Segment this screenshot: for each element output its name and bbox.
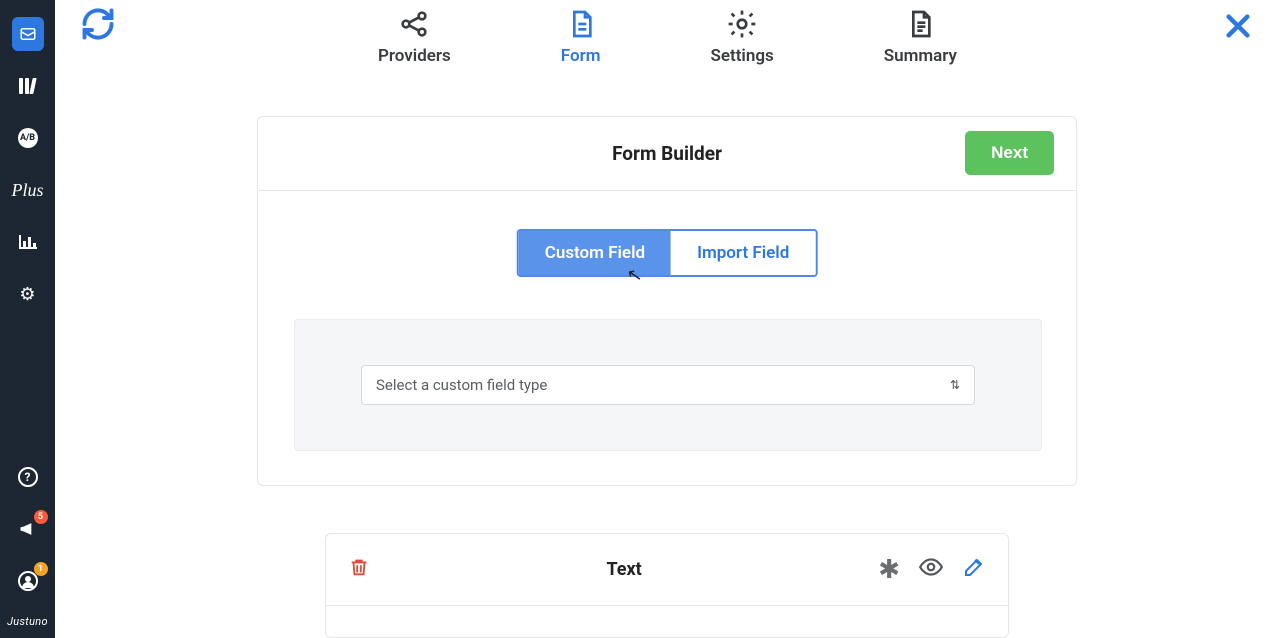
visibility-toggle[interactable] <box>918 554 944 586</box>
sidebar-item-library[interactable] <box>12 69 44 103</box>
tab-summary-label: Summary <box>884 46 957 66</box>
sidebar-item-ab-test[interactable]: A/B <box>12 121 44 155</box>
form-builder-card: Form Builder Next Custom Field Import Fi… <box>257 116 1077 486</box>
plus-icon: Plus <box>12 180 44 201</box>
sidebar-item-account[interactable]: 1 <box>12 564 44 598</box>
gear-icon <box>726 8 758 40</box>
select-placeholder: Select a custom field type <box>376 376 547 394</box>
tab-providers-label: Providers <box>378 46 451 66</box>
sidebar-item-analytics[interactable] <box>12 225 44 259</box>
tab-summary[interactable]: Summary <box>884 8 957 66</box>
delete-field-button[interactable] <box>348 556 370 584</box>
field-row-title: Text <box>370 559 878 580</box>
help-icon: ? <box>18 467 38 487</box>
chart-icon <box>19 235 37 249</box>
custom-field-panel: Select a custom field type ⇅ <box>294 319 1042 451</box>
account-badge: 1 <box>34 562 48 576</box>
summary-icon <box>904 8 936 40</box>
field-tab-group: Custom Field Import Field <box>517 229 818 277</box>
edit-field-button[interactable] <box>962 555 986 585</box>
brand-label: Justuno <box>7 615 48 628</box>
megaphone-icon <box>18 519 38 539</box>
field-type-select[interactable]: Select a custom field type ⇅ <box>361 365 975 405</box>
tab-form[interactable]: Form <box>561 8 601 66</box>
sidebar-item-inbox[interactable] <box>12 17 44 51</box>
card-title: Form Builder <box>612 142 722 165</box>
trash-icon <box>348 556 370 578</box>
field-row-header: Text ✱ <box>326 534 1008 606</box>
chevron-updown-icon: ⇅ <box>950 378 960 392</box>
sidebar-item-settings[interactable]: ⚙ <box>12 277 44 311</box>
edit-icon <box>962 555 986 579</box>
eye-icon <box>918 554 944 580</box>
field-row-text: Text ✱ <box>325 533 1009 638</box>
ab-icon: A/B <box>18 128 38 148</box>
tab-providers[interactable]: Providers <box>378 8 451 66</box>
file-icon <box>565 8 597 40</box>
sidebar-item-announcements[interactable]: 5 <box>12 512 44 546</box>
asterisk-icon: ✱ <box>878 555 900 585</box>
tab-form-label: Form <box>561 46 601 66</box>
books-icon <box>19 78 37 94</box>
announce-badge: 5 <box>34 510 48 524</box>
top-steps: Providers Form Settings Summary <box>55 8 1280 82</box>
tab-import-field[interactable]: Import Field <box>671 231 815 275</box>
next-button[interactable]: Next <box>965 131 1054 175</box>
app-sidebar: A/B Plus ⚙ ? 5 1 Justuno <box>0 0 55 638</box>
sidebar-item-help[interactable]: ? <box>12 460 44 494</box>
required-toggle[interactable]: ✱ <box>878 555 900 585</box>
tab-settings[interactable]: Settings <box>710 8 773 66</box>
share-icon <box>398 8 430 40</box>
tab-settings-label: Settings <box>710 46 773 66</box>
user-icon <box>18 571 38 591</box>
gear-icon: ⚙ <box>19 284 35 305</box>
card-header: Form Builder Next <box>258 117 1076 191</box>
sidebar-item-plus[interactable]: Plus <box>12 173 44 207</box>
tab-custom-field[interactable]: Custom Field <box>519 231 671 275</box>
